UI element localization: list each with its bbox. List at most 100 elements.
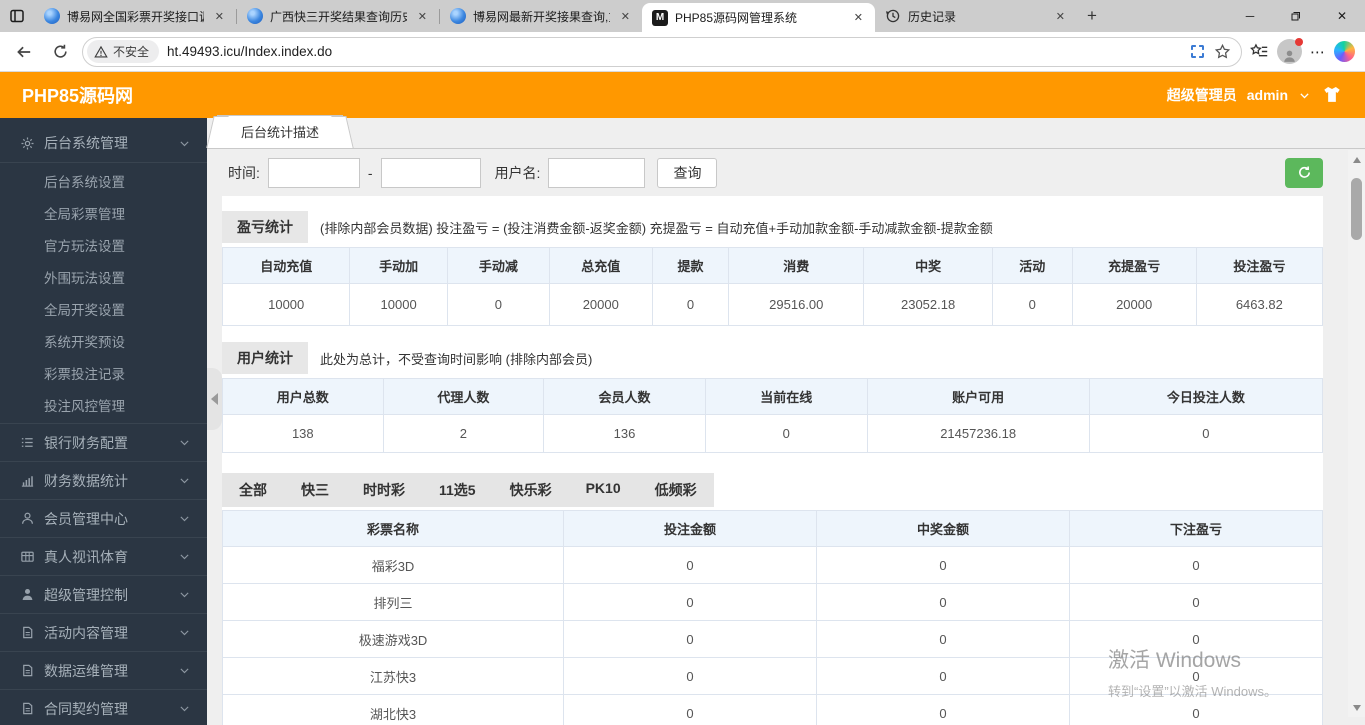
lottery-tab-klc[interactable]: 快乐彩 (493, 473, 569, 507)
cell: 138 (222, 414, 384, 453)
address-bar[interactable]: 不安全 ht.49493.icu/Index.index.do (82, 36, 1242, 67)
col-header: 彩票名称 (222, 510, 564, 547)
theme-shirt-icon[interactable] (1321, 84, 1343, 106)
lottery-table: 彩票名称 投注金额 中奖金额 下注盈亏 福彩3D 0 0 0 排列三 0 0 0 (222, 510, 1323, 725)
profile-avatar[interactable] (1277, 38, 1303, 64)
sidebar-item-backend-system[interactable]: 后台系统管理 (0, 124, 207, 162)
tab-backend-stats[interactable]: 后台统计描述 (217, 115, 344, 148)
m-favicon-icon: M (652, 9, 668, 26)
lottery-tab-k3[interactable]: 快三 (284, 473, 346, 507)
sidebar-item-data-ops[interactable]: 数据运维管理 (0, 651, 207, 689)
table-row: 福彩3D 0 0 0 (222, 546, 1323, 584)
sidebar-item-live-sports[interactable]: 真人视讯体育 (0, 537, 207, 575)
sidebar-item-contract-mgmt[interactable]: 合同契约管理 (0, 689, 207, 725)
time-end-input[interactable] (380, 157, 481, 188)
sidebar-sub-draw-preset[interactable]: 系统开奖预设 (0, 325, 207, 357)
col-header: 当前在线 (704, 378, 868, 415)
app-header: PHP85源码网 超级管理员 admin (0, 72, 1365, 118)
collapse-arrow-icon (211, 393, 218, 405)
new-tab-button[interactable]: + (1077, 0, 1107, 32)
col-header: 中奖 (863, 247, 993, 284)
refresh-button[interactable] (1285, 157, 1323, 188)
document-icon (23, 702, 33, 715)
sidebar-sub-peripheral-play[interactable]: 外围玩法设置 (0, 261, 207, 293)
close-window-button[interactable]: ✕ (1319, 0, 1365, 32)
favorite-star-icon[interactable] (1214, 43, 1231, 60)
document-icon (23, 664, 33, 677)
chevron-down-icon (1300, 92, 1309, 98)
nav-label: 后台系统管理 (44, 135, 128, 151)
lottery-tab-11x5[interactable]: 11选5 (422, 473, 493, 507)
sidebar-sub-official-play[interactable]: 官方玩法设置 (0, 229, 207, 261)
scroll-down-arrow[interactable] (1348, 700, 1365, 715)
filter-bar: 时间: - 用户名: 查询 (207, 149, 1365, 196)
tab-close-icon[interactable]: ✕ (850, 9, 867, 26)
nav-label: 会员管理中心 (44, 510, 128, 527)
sidebar-item-member-center[interactable]: 会员管理中心 (0, 499, 207, 537)
cell: 0 (816, 694, 1070, 725)
time-label: 时间: (228, 164, 260, 181)
browser-tab-active[interactable]: M PHP85源码网管理系统 ✕ (642, 3, 875, 32)
chevron-down-icon (180, 554, 189, 560)
chevron-down-icon (180, 668, 189, 674)
user-section-title: 用户统计 (222, 342, 308, 374)
minimize-button[interactable]: ─ (1227, 0, 1273, 32)
lottery-filter-tabs: 全部 快三 时时彩 11选5 快乐彩 PK10 低频彩 (222, 473, 714, 507)
cell: 0 (563, 694, 817, 725)
time-start-input[interactable] (267, 157, 360, 188)
table-row: 江苏快3 0 0 0 (222, 657, 1323, 695)
username-input[interactable] (548, 157, 646, 188)
user-menu[interactable]: admin (1247, 87, 1288, 103)
browser-tab-3[interactable]: 博易网最新开奖接果查询,重庆 ✕ (440, 0, 642, 32)
sidebar-sub-bet-records[interactable]: 彩票投注记录 (0, 357, 207, 389)
sidebar-sub-global-draw[interactable]: 全局开奖设置 (0, 293, 207, 325)
lottery-tab-lowfreq[interactable]: 低频彩 (638, 473, 714, 507)
restore-button[interactable] (1273, 0, 1319, 32)
col-header: 投注金额 (563, 510, 817, 547)
cell: 0 (991, 283, 1073, 326)
query-button[interactable]: 查询 (657, 157, 718, 188)
page-scrollbar[interactable] (1348, 150, 1365, 717)
lottery-tab-all[interactable]: 全部 (222, 473, 284, 507)
back-button[interactable] (10, 38, 38, 66)
sidebar-item-activity-content[interactable]: 活动内容管理 (0, 613, 207, 651)
tab-close-icon[interactable]: ✕ (414, 8, 431, 25)
nav-label: 银行财务配置 (44, 434, 128, 451)
col-header: 手动加 (349, 247, 448, 284)
sidebar-item-super-admin[interactable]: 超级管理控制 (0, 575, 207, 613)
lottery-tab-ssc[interactable]: 时时彩 (346, 473, 422, 507)
settings-menu-button[interactable]: ⋯ (1310, 43, 1326, 61)
copilot-icon[interactable] (1334, 41, 1355, 62)
tab-actions-menu-button[interactable] (0, 0, 34, 32)
ticket-icon (21, 551, 34, 562)
sidebar-item-finance-stats[interactable]: 财务数据统计 (0, 461, 207, 499)
browser-tab-1[interactable]: 博易网全国彩票开奖接口调用 ✕ (34, 0, 236, 32)
tab-label: 后台统计描述 (241, 125, 320, 140)
profit-section-title: 盈亏统计 (222, 211, 308, 243)
cell: 21457236.18 (866, 414, 1090, 453)
scrollbar-thumb[interactable] (1351, 178, 1362, 240)
nav-label: 数据运维管理 (44, 662, 128, 679)
security-badge[interactable]: 不安全 (87, 40, 160, 63)
cell: 0 (816, 620, 1070, 658)
reload-button[interactable] (46, 38, 74, 66)
sidebar-sub-risk-control[interactable]: 投注风控管理 (0, 389, 207, 421)
browser-tab-2[interactable]: 广西快三开奖结果查询历史开 ✕ (237, 0, 439, 32)
collections-icon[interactable] (1250, 42, 1269, 61)
col-header: 下注盈亏 (1069, 510, 1323, 547)
sidebar-collapse-handle[interactable] (207, 368, 222, 430)
sidebar-item-bank-finance[interactable]: 银行财务配置 (0, 423, 207, 461)
lottery-tab-pk10[interactable]: PK10 (569, 473, 638, 507)
tab-close-icon[interactable]: ✕ (1052, 8, 1069, 25)
cell: 0 (563, 657, 817, 695)
sidebar-sub-global-lottery[interactable]: 全局彩票管理 (0, 197, 207, 229)
nav-label: 超级管理控制 (44, 586, 128, 603)
col-header: 手动减 (446, 247, 550, 284)
browser-tab-history[interactable]: 历史记录 ✕ (875, 0, 1077, 32)
tab-close-icon[interactable]: ✕ (211, 8, 228, 25)
tab-close-icon[interactable]: ✕ (617, 8, 634, 25)
sidebar-sub-system-settings[interactable]: 后台系统设置 (0, 165, 207, 197)
web-capture-icon[interactable] (1191, 45, 1204, 58)
cell: 江苏快3 (222, 657, 564, 695)
scroll-up-arrow[interactable] (1348, 152, 1365, 167)
